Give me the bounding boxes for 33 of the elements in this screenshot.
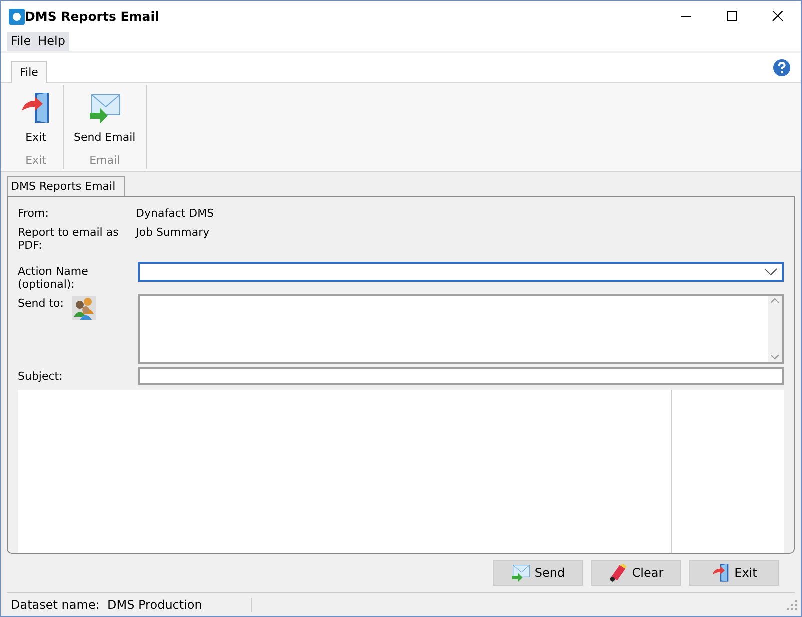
document-tab[interactable]: DMS Reports Email	[7, 176, 125, 196]
field-label: Send to:	[18, 296, 64, 312]
chevron-down-icon	[764, 268, 778, 276]
status-text: Dataset name: DMS Production	[11, 598, 252, 612]
ribbon-tab[interactable]: File	[11, 60, 48, 83]
subject-field[interactable]	[138, 366, 784, 385]
window-title: DMS Reports Email	[25, 9, 160, 24]
group-label: Email	[90, 152, 120, 169]
people-icon[interactable]	[72, 296, 96, 320]
resize-grip-icon[interactable]	[787, 600, 797, 610]
field-value: Dynafact DMS	[136, 206, 216, 220]
menu-item[interactable]: File	[11, 34, 32, 50]
field-label: Report to email as PDF:	[18, 226, 120, 252]
action-button[interactable]: Exit	[689, 560, 779, 586]
action-button[interactable]: Clear	[591, 560, 681, 586]
action-button[interactable]: Send	[493, 560, 583, 586]
help-icon[interactable]	[773, 58, 791, 77]
ribbon-button[interactable]: Send Email	[70, 88, 140, 151]
close-icon[interactable]	[771, 11, 785, 22]
action-name-dropdown[interactable]	[138, 262, 784, 282]
message-body-field[interactable]	[18, 390, 672, 553]
field-value: Job Summary	[136, 226, 211, 241]
envelope-arrow-icon	[510, 562, 531, 583]
group-label: Exit	[26, 152, 46, 169]
field-label: Action Name (optional):	[18, 264, 90, 291]
door-arrow-icon	[710, 562, 731, 583]
app-icon	[9, 8, 25, 24]
field-label: From:	[18, 206, 50, 220]
field-label: Subject:	[18, 368, 64, 383]
eraser-icon	[608, 562, 628, 583]
maximize-icon[interactable]	[725, 11, 739, 22]
ribbon-button[interactable]: Exit	[15, 88, 57, 151]
menu-item[interactable]: Help	[38, 34, 66, 50]
